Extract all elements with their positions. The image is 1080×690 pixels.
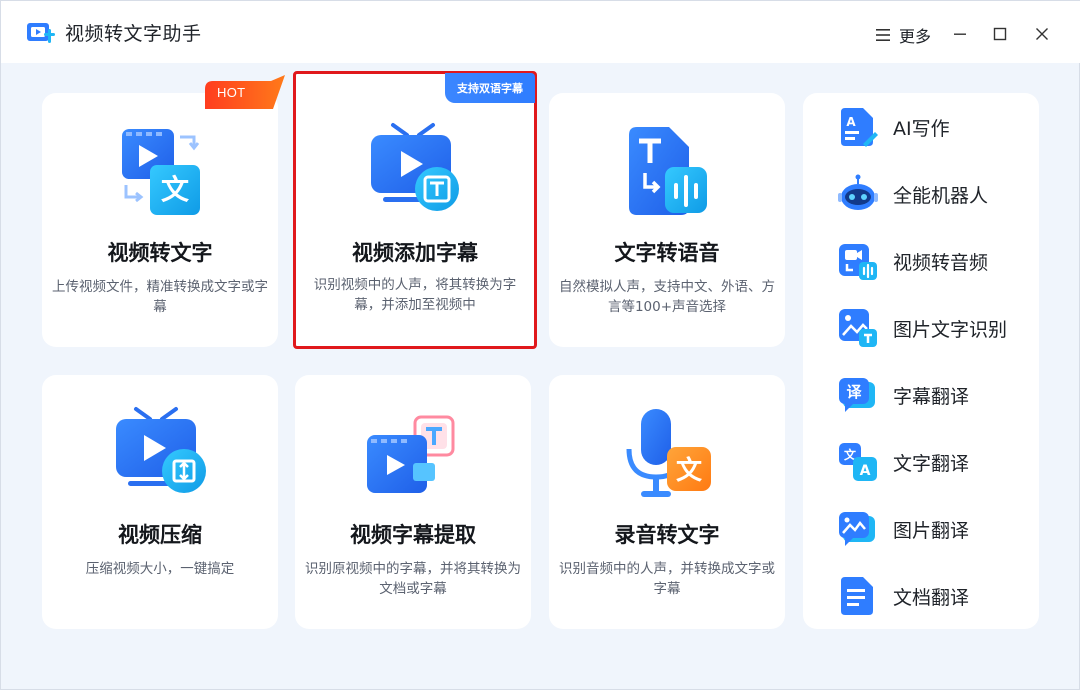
video-compress-icon (116, 407, 206, 493)
card-add-subtitles[interactable]: 支持双语字幕 视频添加字幕 识别视频中的人声，将其转换为字幕，并添加至视频中 (293, 71, 537, 349)
minimize-icon (954, 33, 966, 35)
ai-writing-icon: A (841, 108, 878, 147)
svg-text:A: A (860, 463, 871, 479)
card-audio-to-text[interactable]: 文 录音转文字 识别音频中的人声，并转换成文字或字幕 (549, 375, 785, 629)
card-description: 上传视频文件，精准转换成文字或字幕 (52, 279, 268, 315)
card-description: 识别原视频中的字幕，并将其转换为文档或字幕 (305, 561, 521, 597)
sidebar-item-label: AI写作 (893, 117, 950, 140)
more-label: 更多 (899, 27, 932, 46)
more-menu-button[interactable]: 更多 (875, 23, 931, 47)
title-bar: 视频转文字助手 更多 (1, 1, 1080, 63)
card-title: 录音转文字 (614, 523, 720, 547)
card-video-to-text[interactable]: 文 视频转文字 上传视频文件，精准转换成文字或字幕 (42, 93, 278, 347)
svg-text:译: 译 (846, 383, 862, 401)
sidebar-item-label: 图片翻译 (893, 519, 970, 542)
app-title: 视频转文字助手 (65, 23, 202, 45)
card-title: 视频添加字幕 (352, 241, 478, 265)
robot-icon (838, 174, 878, 210)
sidebar-item-image-translate[interactable]: 图片翻译 (837, 507, 1027, 551)
card-video-compress[interactable]: 视频压缩 压缩视频大小，一键搞定 (42, 375, 278, 629)
app-window: 视频转文字助手 更多 文 视频转文字 上传视频文件，精准转换成文字或字幕 HOT… (0, 0, 1080, 690)
sidebar-item-label: 文档翻译 (893, 586, 970, 609)
image-translate-icon (839, 512, 875, 546)
card-description: 识别音频中的人声，并转换成文字或字幕 (559, 561, 775, 597)
hot-badge-label: HOT (217, 85, 246, 100)
card-title: 视频压缩 (118, 523, 202, 547)
bilingual-subtitle-badge: 支持双语字幕 (445, 73, 535, 103)
audio-to-text-icon: 文 (626, 409, 711, 497)
card-title: 文字转语音 (614, 241, 720, 265)
video-to-audio-icon (839, 244, 877, 280)
tools-sidebar: A AI写作 全能机器人 视频转音频 图片文字识别 译 字幕翻译 文 A 文字翻… (803, 93, 1039, 629)
subtitle-extract-icon (367, 415, 455, 493)
sidebar-item-label: 全能机器人 (893, 184, 989, 207)
sidebar-item-label: 图片文字识别 (893, 318, 1008, 341)
sidebar-item-image-ocr[interactable]: 图片文字识别 (837, 306, 1027, 350)
sidebar-item-robot[interactable]: 全能机器人 (837, 172, 1027, 216)
text-to-speech-icon (629, 127, 707, 215)
svg-text:文: 文 (161, 173, 189, 206)
sidebar-item-document-translate[interactable]: 文档翻译 (837, 574, 1027, 618)
sidebar-item-text-translate[interactable]: 文 A 文字翻译 (837, 440, 1027, 484)
image-ocr-icon (839, 309, 877, 347)
close-button[interactable] (1027, 19, 1057, 49)
card-title: 视频字幕提取 (350, 523, 476, 547)
card-description: 自然模拟人声，支持中文、外语、方言等100+声音选择 (559, 279, 775, 315)
hot-badge: HOT (205, 75, 287, 109)
sidebar-item-video-to-audio[interactable]: 视频转音频 (837, 239, 1027, 283)
sidebar-item-ai-writing[interactable]: A AI写作 (837, 105, 1027, 149)
card-description: 压缩视频大小，一键搞定 (85, 561, 235, 577)
card-subtitle-extract[interactable]: 视频字幕提取 识别原视频中的字幕，并将其转换为文档或字幕 (295, 375, 531, 629)
sidebar-item-label: 文字翻译 (893, 452, 970, 475)
svg-text:A: A (846, 115, 856, 129)
card-description: 识别视频中的人声，将其转换为字幕，并添加至视频中 (313, 277, 517, 313)
subtitle-translate-icon: 译 (839, 378, 875, 412)
maximize-button[interactable] (985, 19, 1015, 49)
maximize-icon (993, 27, 1007, 41)
close-icon (1036, 28, 1048, 40)
video-to-text-icon: 文 (122, 129, 200, 215)
text-translate-icon: 文 A (839, 443, 877, 481)
minimize-button[interactable] (945, 19, 975, 49)
svg-text:文: 文 (676, 455, 703, 486)
sidebar-item-subtitle-translate[interactable]: 译 字幕翻译 (837, 373, 1027, 417)
card-text-to-speech[interactable]: 文字转语音 自然模拟人声，支持中文、外语、方言等100+声音选择 (549, 93, 785, 347)
sidebar-item-label: 视频转音频 (893, 251, 989, 274)
card-title: 视频转文字 (107, 241, 213, 265)
document-translate-icon (841, 577, 873, 615)
sidebar-item-label: 字幕翻译 (893, 385, 970, 408)
add-subtitles-icon (371, 123, 459, 211)
app-logo-icon (27, 23, 55, 43)
menu-icon (876, 29, 890, 41)
